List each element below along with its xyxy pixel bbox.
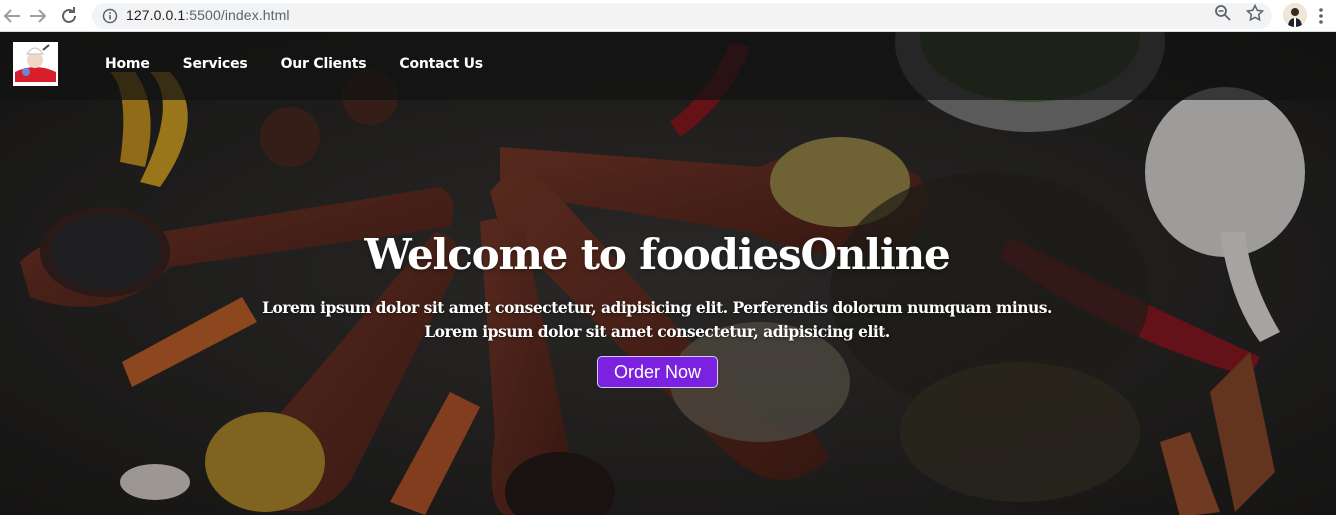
nav-services-link[interactable]: Services <box>183 56 248 72</box>
address-bar[interactable]: 127.0.0.1:5500/index.html <box>92 3 1272 29</box>
forward-icon[interactable] <box>26 4 50 28</box>
nav-links: Home Services Our Clients Contact Us <box>105 56 516 72</box>
site-logo[interactable] <box>13 42 58 86</box>
browser-toolbar: 127.0.0.1:5500/index.html <box>0 0 1336 32</box>
url-text[interactable]: 127.0.0.1:5500/index.html <box>126 7 290 23</box>
profile-avatar[interactable] <box>1283 3 1307 27</box>
hero-section: Home Services Our Clients Contact Us Wel… <box>0 32 1336 515</box>
hero-description-line-1: Lorem ipsum dolor sit amet consectetur, … <box>262 298 1052 317</box>
hero-title: Welcome to foodiesOnline <box>364 230 950 279</box>
menu-icon[interactable] <box>1316 5 1326 27</box>
nav-contact-us-link[interactable]: Contact Us <box>399 56 483 72</box>
url-host: 127.0.0.1 <box>126 7 186 23</box>
hero-description-line-2: Lorem ipsum dolor sit amet consectetur, … <box>424 322 890 341</box>
zoom-icon[interactable] <box>1213 3 1233 23</box>
info-icon[interactable] <box>102 8 118 24</box>
star-icon[interactable] <box>1245 3 1265 23</box>
nav-our-clients-link[interactable]: Our Clients <box>281 56 367 72</box>
back-icon[interactable] <box>0 4 24 28</box>
site-navbar: Home Services Our Clients Contact Us <box>0 32 1336 100</box>
order-now-button[interactable]: Order Now <box>597 356 718 388</box>
nav-home-link[interactable]: Home <box>105 56 150 72</box>
reload-icon[interactable] <box>57 4 81 28</box>
url-path: :5500/index.html <box>185 7 290 23</box>
